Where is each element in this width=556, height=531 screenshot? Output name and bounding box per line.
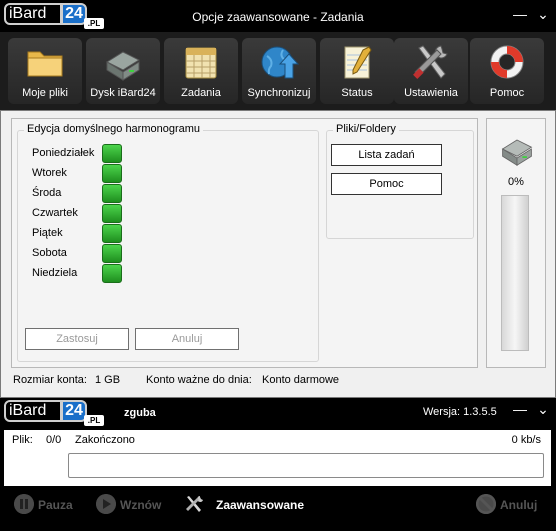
toolbar-label: Moje pliki — [22, 87, 68, 99]
transfer-progress-bar — [68, 453, 544, 478]
toolbar-label: Pomoc — [489, 87, 525, 99]
logo-word: iBard — [4, 400, 62, 422]
hard-drive-icon — [501, 139, 533, 167]
transfer-status-window: iBard 24 .PL zguba Wersja: 1.3.5.5 — ⌄ P… — [0, 398, 556, 531]
day-label: Poniedziałek — [32, 147, 95, 159]
tools-icon — [186, 496, 203, 512]
toolbar-help[interactable]: Pomoc — [470, 38, 544, 104]
day-label: Środa — [32, 187, 62, 199]
apply-button[interactable]: Zastosuj — [25, 328, 129, 350]
folder-icon — [27, 51, 63, 77]
schedule-panel: Edycja domyślnego harmonogramu Poniedzia… — [11, 118, 478, 368]
play-icon — [96, 494, 116, 514]
hard-drive-icon — [105, 51, 141, 81]
account-size-label: Rozmiar konta: — [13, 374, 87, 386]
day-label: Wtorek — [32, 167, 67, 179]
username: zguba — [124, 407, 156, 419]
resume-label: Wznów — [120, 498, 162, 512]
account-size-value: 1 GB — [95, 374, 121, 386]
lifebuoy-icon — [490, 45, 524, 79]
schedule-groupbox: Edycja domyślnego harmonogramu Poniedzia… — [17, 123, 319, 362]
toolbar-label: Dysk iBard24 — [90, 87, 156, 99]
globe-sync-icon — [261, 46, 299, 79]
day-label: Sobota — [32, 247, 67, 259]
day-toggle-tuesday[interactable] — [102, 164, 122, 183]
file-status: Zakończono — [75, 434, 135, 446]
storage-usage-bar — [501, 195, 529, 351]
day-label: Czwartek — [32, 207, 78, 219]
storage-usage-panel: 0% — [486, 118, 546, 368]
title-bar: iBard 24 .PL Opcje zaawansowane - Zadani… — [0, 0, 556, 32]
storage-percent: 0% — [508, 176, 524, 188]
toolbar-label: Status — [341, 87, 373, 99]
minimize-button[interactable]: — — [513, 7, 527, 21]
pause-label: Pauza — [38, 498, 73, 512]
tools-icon — [413, 45, 448, 79]
day-toggle-friday[interactable] — [102, 224, 122, 243]
day-toggle-saturday[interactable] — [102, 244, 122, 263]
day-toggle-monday[interactable] — [102, 144, 122, 163]
cancel-transfer-label: Anuluj — [500, 498, 538, 512]
notepad-icon — [344, 46, 372, 79]
toolbar-ibard-drive[interactable]: Dysk iBard24 — [86, 38, 160, 104]
logo-domain: .PL — [84, 415, 104, 426]
toolbar-label: Ustawienia — [404, 87, 458, 99]
ibard24-logo: iBard 24 .PL — [4, 400, 104, 426]
toolbar-tasks[interactable]: Zadania — [164, 38, 238, 104]
toolbar-my-files[interactable]: Moje pliki — [8, 38, 82, 104]
day-row-sunday: Niedziela — [32, 264, 152, 284]
window-title: Opcje zaawansowane - Zadania — [192, 10, 364, 24]
day-toggle-thursday[interactable] — [102, 204, 122, 223]
day-label: Niedziela — [32, 267, 78, 279]
help-button[interactable]: Pomoc — [331, 173, 442, 195]
day-row-friday: Piątek — [32, 224, 152, 244]
app-version: Wersja: 1.3.5.5 — [423, 406, 497, 418]
calendar-icon — [185, 47, 217, 79]
task-list-button[interactable]: Lista zadań — [331, 144, 442, 166]
collapse-button[interactable]: ⌄ — [536, 7, 550, 21]
file-count: 0/0 — [46, 434, 62, 446]
advanced-label: Zaawansowane — [216, 498, 305, 512]
main-toolbar: Moje pliki Dysk iBard24 Zadania Synchron… — [0, 32, 556, 110]
cancel-icon — [476, 494, 496, 514]
day-row-wednesday: Środa — [32, 184, 152, 204]
day-row-saturday: Sobota — [32, 244, 152, 264]
day-toggle-sunday[interactable] — [102, 264, 122, 283]
files-folders-groupbox: Pliki/Foldery Lista zadań Pomoc — [326, 123, 474, 239]
account-valid-label: Konto ważne do dnia: — [146, 374, 252, 386]
day-row-monday: Poniedziałek — [32, 144, 152, 164]
transfer-panel: Plik: 0/0 Zakończono 0 kb/s — [4, 430, 551, 486]
day-label: Piątek — [32, 227, 63, 239]
minimize-button[interactable]: — — [513, 402, 527, 416]
collapse-button[interactable]: ⌄ — [536, 402, 550, 416]
pause-icon — [14, 494, 34, 514]
toolbar-label: Zadania — [181, 87, 221, 99]
account-valid-value: Konto darmowe — [262, 374, 340, 386]
day-row-thursday: Czwartek — [32, 204, 152, 224]
day-toggle-wednesday[interactable] — [102, 184, 122, 203]
schedule-group-title: Edycja domyślnego harmonogramu — [24, 123, 204, 135]
cancel-button[interactable]: Anuluj — [135, 328, 239, 350]
toolbar-label: Synchronizuj — [247, 87, 311, 99]
file-label: Plik: — [12, 434, 33, 446]
toolbar-settings[interactable]: Ustawienia — [394, 38, 468, 104]
advanced-options-content: Edycja domyślnego harmonogramu Poniedzia… — [0, 110, 556, 398]
toolbar-synchronize[interactable]: Synchronizuj — [242, 38, 316, 104]
transfer-speed: 0 kb/s — [511, 434, 541, 446]
day-row-tuesday: Wtorek — [32, 164, 152, 184]
files-group-title: Pliki/Foldery — [333, 123, 399, 135]
toolbar-status[interactable]: Status — [320, 38, 394, 104]
